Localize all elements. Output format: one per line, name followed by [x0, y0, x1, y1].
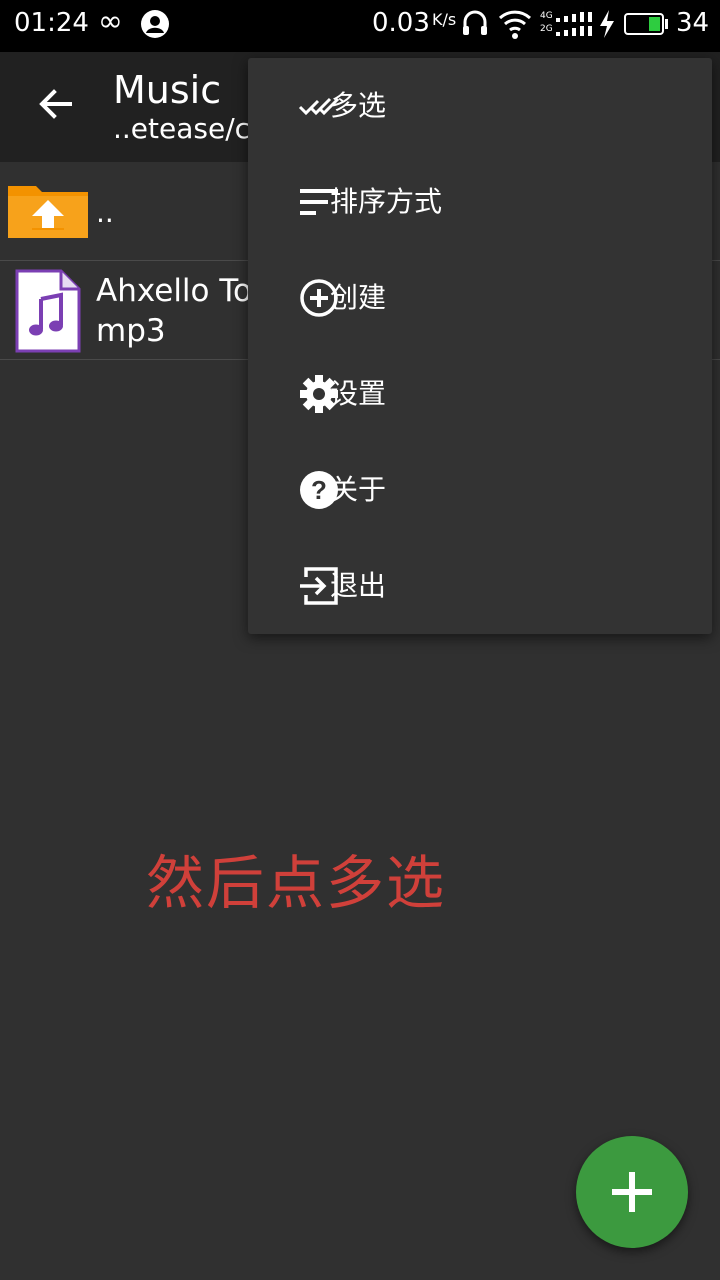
menu-item-exit[interactable]: 退出 [248, 538, 712, 634]
menu-item-label: 退出 [330, 569, 387, 602]
network-type-bottom: 2G [540, 24, 553, 34]
menu-item-label: 设置 [330, 377, 387, 410]
current-path: ..etease/c [113, 112, 251, 145]
menu-item-about[interactable]: ? 关于 [248, 442, 712, 538]
status-time: 01:24 [14, 8, 89, 38]
menu-item-label: 关于 [330, 473, 387, 506]
overflow-menu: 多选 排序方式 创建 设置 ? 关于 退出 [248, 58, 712, 634]
menu-item-multi-select[interactable]: 多选 [248, 58, 712, 154]
list-item-label: .. [96, 196, 114, 229]
battery-level: 34 [676, 8, 710, 38]
menu-item-create[interactable]: 创建 [248, 250, 712, 346]
annotation-text: 然后点多选 [146, 849, 447, 917]
list-item-label: Ahxello To mp3 [96, 273, 252, 349]
headset-icon [462, 8, 488, 44]
menu-item-sort[interactable]: 排序方式 [248, 154, 712, 250]
add-fab-button[interactable] [576, 1136, 688, 1248]
menu-item-label: 排序方式 [330, 185, 443, 218]
folder-up-icon [6, 180, 90, 240]
menu-item-label: 创建 [330, 281, 387, 314]
user-icon [141, 10, 169, 38]
audio-file-icon [13, 269, 81, 353]
infinity-icon: ∞ [98, 4, 123, 39]
network-speed-unit: K/s [432, 10, 457, 29]
charging-icon [598, 8, 616, 44]
status-bar: 01:24 ∞ 0.03 K/s 4G 2G 34 [0, 0, 720, 52]
back-arrow-icon[interactable] [34, 82, 78, 126]
page-title: Music [113, 68, 222, 112]
svg-text:?: ? [311, 475, 327, 505]
signal-icon [556, 12, 592, 42]
battery-icon [624, 13, 664, 35]
network-type-top: 4G [540, 11, 553, 21]
menu-item-label: 多选 [330, 89, 387, 122]
network-type: 4G 2G [540, 10, 553, 36]
network-speed: 0.03 [372, 8, 430, 38]
wifi-icon [498, 8, 532, 44]
menu-item-settings[interactable]: 设置 [248, 346, 712, 442]
